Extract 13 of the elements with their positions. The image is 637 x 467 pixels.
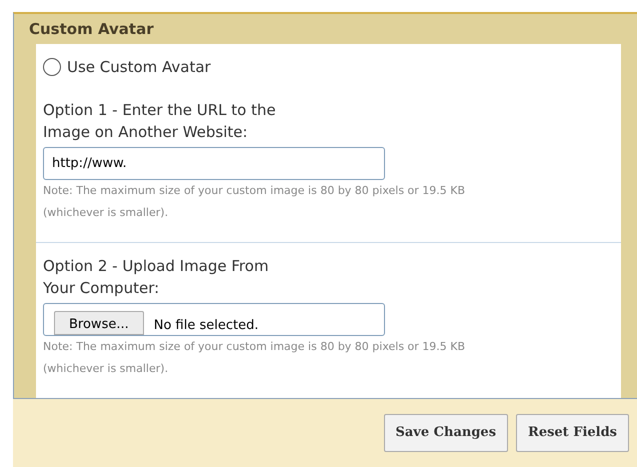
file-field[interactable]: Browse... No file selected. [43,302,385,336]
radio-label: Use Custom Avatar [67,57,211,78]
radio-button[interactable] [43,58,61,76]
option-label: Option 2 - Upload Image From Your Computer: [43,256,270,298]
browse-button[interactable]: Browse... [54,310,144,334]
section-title: Custom Avatar [28,18,155,40]
size-note: Note: The maximum size of your custom image is 80 by 80 pixels or 19.5 KB (whichever is smaller). [43,338,466,376]
form-button[interactable]: Reset Fields [516,414,629,452]
option-label: Option 1 - Enter the URL to the Image on Another Website: [43,100,277,142]
form-button[interactable]: Save Changes [384,414,508,452]
url-field[interactable]: http://www. [43,146,385,180]
size-note: Note: The maximum size of your custom image is 80 by 80 pixels or 19.5 KB (whichever is smaller). [43,182,466,220]
file-status: No file selected. [154,316,258,334]
